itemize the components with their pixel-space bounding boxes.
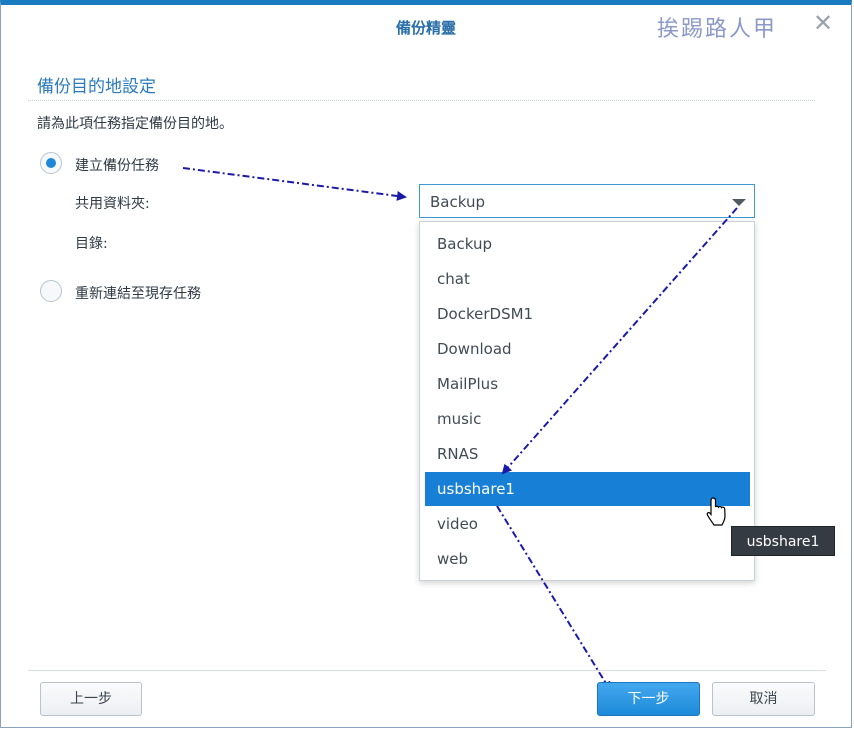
annotation-arrow: [182, 167, 407, 201]
next-button[interactable]: 下一步: [597, 682, 700, 716]
hand-cursor-icon: [706, 497, 726, 526]
footer-divider: [28, 670, 826, 671]
annotation-arrow: [501, 207, 738, 475]
annotation-arrow: [496, 505, 612, 692]
back-button[interactable]: 上一步: [40, 682, 142, 716]
cancel-button[interactable]: 取消: [712, 682, 815, 716]
annotation-overlay: [182, 167, 738, 692]
